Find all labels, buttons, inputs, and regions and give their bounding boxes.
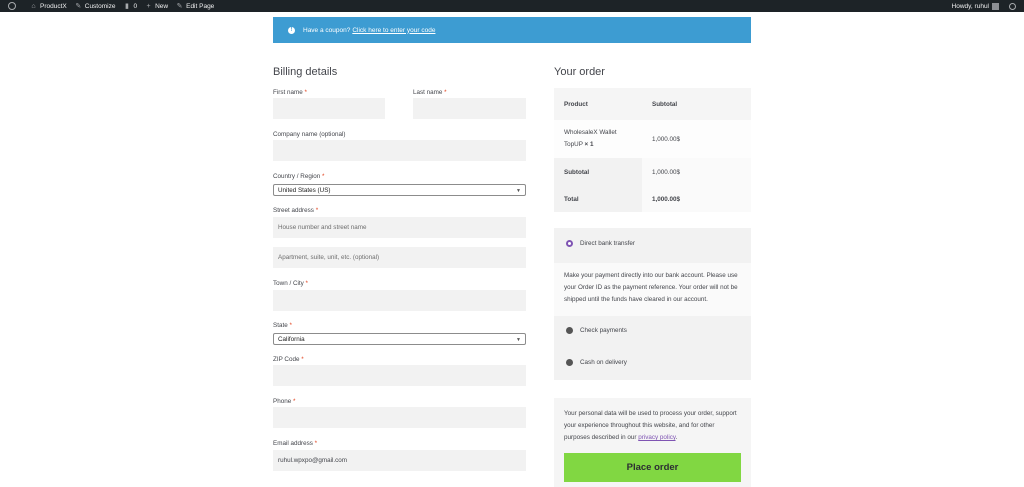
brush-icon: ✎ (75, 2, 82, 10)
wordpress-icon (8, 2, 16, 10)
pencil-icon: ✎ (176, 2, 183, 10)
email-label: Email address * (273, 440, 318, 447)
new-content-link[interactable]: + New (141, 0, 172, 12)
admin-bar: ⌂ ProductX ✎ Customize ▮ 0 + New ✎ Edit Page … (0, 0, 1024, 12)
last-name-label: Last name * (413, 89, 447, 96)
order-title: Your order (554, 66, 605, 78)
apartment-field[interactable]: Apartment, suite, unit, etc. (optional) (273, 247, 526, 268)
customize-link[interactable]: ✎ Customize (71, 0, 120, 12)
payment-option-bacs[interactable]: Direct bank transfer (566, 240, 635, 247)
state-select[interactable]: California ▼ (273, 333, 526, 345)
radio-selected-icon[interactable] (566, 240, 573, 247)
billing-title: Billing details (273, 66, 338, 78)
payment-option-cod[interactable]: Cash on delivery (566, 359, 627, 366)
payment-option-cheque[interactable]: Check payments (566, 327, 627, 334)
table-header-row: Product Subtotal (554, 88, 751, 120)
phone-field[interactable] (273, 407, 526, 428)
town-label: Town / City * (273, 280, 308, 287)
last-name-field[interactable] (413, 98, 526, 119)
bacs-description: Make your payment directly into our bank… (554, 263, 751, 316)
plus-icon: + (146, 2, 151, 10)
comments-link[interactable]: ▮ 0 (119, 0, 141, 12)
payment-methods: Direct bank transfer Make your payment d… (554, 228, 751, 380)
zip-field[interactable] (273, 365, 526, 386)
total-row: Total 1,000.00$ (554, 186, 751, 212)
order-review-table: Product Subtotal WholesaleX Wallet TopUP … (554, 88, 751, 212)
coupon-notice: ! Have a coupon? Click here to enter you… (273, 17, 751, 43)
state-label: State * (273, 322, 292, 329)
subtotal-column-header: Subtotal (652, 100, 678, 108)
company-field[interactable] (273, 140, 526, 161)
info-icon: ! (288, 26, 295, 34)
first-name-label: First name * (273, 89, 307, 96)
radio-icon[interactable] (566, 359, 573, 366)
coupon-link[interactable]: Click here to enter your code (352, 27, 435, 34)
street-address-field[interactable]: House number and street name (273, 217, 526, 238)
email-field[interactable]: ruhul.wpxpo@gmail.com (273, 450, 526, 471)
place-order-button[interactable]: Place order (564, 453, 741, 482)
zip-label: ZIP Code * (273, 356, 304, 363)
product-column-header: Product (564, 100, 588, 108)
first-name-field[interactable] (273, 98, 385, 119)
chevron-down-icon: ▼ (516, 188, 521, 194)
town-field[interactable] (273, 290, 526, 311)
product-price: 1,000.00$ (652, 135, 681, 143)
table-row: WholesaleX Wallet TopUP × 1 1,000.00$ (554, 120, 751, 158)
wordpress-logo-button[interactable] (0, 0, 26, 12)
radio-icon[interactable] (566, 327, 573, 334)
country-label: Country / Region * (273, 173, 325, 180)
privacy-policy-link[interactable]: privacy policy (638, 434, 675, 441)
country-select[interactable]: United States (US) ▼ (273, 184, 526, 196)
home-icon: ⌂ (31, 2, 36, 10)
product-name: WholesaleX Wallet TopUP × 1 (564, 129, 617, 148)
street-label: Street address * (273, 207, 319, 214)
search-icon[interactable] (1009, 2, 1016, 10)
company-label: Company name (optional) (273, 131, 346, 138)
avatar (992, 2, 999, 10)
phone-label: Phone * (273, 398, 296, 405)
site-name-link[interactable]: ⌂ ProductX (26, 0, 71, 12)
edit-page-link[interactable]: ✎ Edit Page (172, 0, 218, 12)
account-menu[interactable]: Howdy, ruhul (948, 0, 1003, 12)
comment-icon: ▮ (125, 2, 129, 10)
chevron-down-icon: ▼ (516, 337, 521, 343)
subtotal-row: Subtotal 1,000.00$ (554, 158, 751, 186)
